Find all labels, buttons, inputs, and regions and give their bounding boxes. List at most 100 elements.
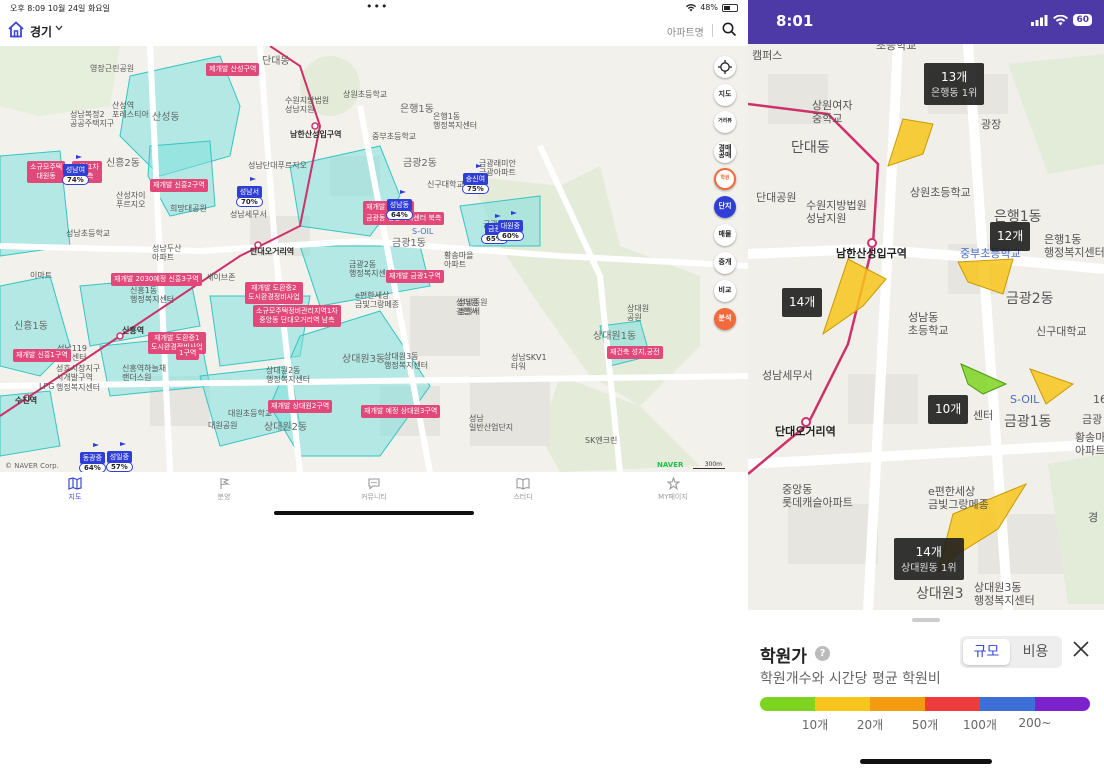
school-flag[interactable]: 성일중 57%: [106, 442, 133, 472]
map-label: 상대원2동 행정복지센터: [266, 366, 311, 385]
home-indicator[interactable]: [274, 511, 474, 515]
flag-icon: [400, 190, 407, 199]
school-flag[interactable]: 숭신여 75%: [462, 164, 489, 194]
academy-count-marker[interactable]: 10개: [928, 395, 969, 425]
listing-button[interactable]: 매물: [714, 224, 736, 246]
map-label: SK엔크린: [585, 436, 618, 445]
map-label: 성남두산 아파트: [152, 244, 182, 263]
complex-button[interactable]: 단지: [714, 196, 736, 218]
tab-label: 스터디: [513, 493, 533, 501]
legend-swatch: [760, 697, 815, 711]
toggle-scale[interactable]: 규모: [963, 639, 1010, 665]
academy-count-marker[interactable]: 14개 상대원동 1위: [894, 538, 964, 581]
school-flag[interactable]: 동광중 64%: [79, 443, 106, 472]
ipad-header: 경기 아파트명: [0, 16, 748, 46]
map-label: 신흥역하늘채 랜더스원: [122, 364, 167, 383]
school-flag[interactable]: 성남서 70%: [236, 177, 263, 207]
redevelopment-tag[interactable]: 재개발 상대원2구역: [268, 400, 333, 413]
map-label: 황송마을 아파트: [444, 251, 474, 270]
map-label: 대원공원: [208, 421, 238, 430]
legend-swatch: [925, 697, 980, 711]
tab-map[interactable]: 지도: [35, 477, 115, 502]
map-label: 신흥1동: [14, 321, 48, 332]
map-label: 금광2동: [403, 158, 437, 169]
locate-button[interactable]: [714, 56, 736, 78]
legend-swatch: [815, 697, 870, 711]
redevelopment-tag[interactable]: 재개발 예정 상대원3구역: [361, 405, 441, 418]
legend-color-bar: [760, 697, 1090, 711]
redevelopment-tag[interactable]: 재개발 도환중2 도시환경정비사업: [245, 282, 303, 304]
map-view-button[interactable]: 지도: [714, 84, 736, 106]
redevelopment-tag[interactable]: 소규모주택 대원동: [27, 161, 66, 183]
legend-swatch: [870, 697, 925, 711]
apartment-search-input[interactable]: 아파트명: [667, 24, 704, 39]
tab-study[interactable]: 스터디: [483, 477, 563, 502]
home-icon[interactable]: [7, 21, 25, 38]
academy-button[interactable]: 학원: [714, 168, 736, 190]
compare-button[interactable]: 비교: [714, 280, 736, 302]
star-icon: [666, 477, 680, 490]
redevelopment-tag[interactable]: 재개발 신흥1구역: [13, 349, 71, 362]
scale-cost-toggle: 규모 비용: [960, 636, 1062, 668]
school-flag[interactable]: 대원중 60%: [497, 211, 524, 241]
ipad-map[interactable]: 단대동 은행1동 금광2동 신흥2동 산성동 신흥1동 상대원3동 상대원1동 상대원2동 금광1…: [0, 46, 748, 472]
analysis-button[interactable]: 분석: [714, 308, 736, 330]
tab-label: MY페이지: [658, 493, 688, 501]
street-view-button[interactable]: 거리뷰: [714, 111, 736, 133]
academy-count-marker[interactable]: 12개: [990, 222, 1031, 252]
home-indicator[interactable]: [860, 759, 992, 764]
close-icon[interactable]: [1072, 640, 1090, 658]
map-label: 이마트: [30, 271, 53, 280]
legend-label: 200~: [1018, 716, 1052, 730]
wifi-icon: [1053, 14, 1069, 25]
sheet-handle[interactable]: [912, 618, 940, 622]
map-label: 상원여자 중학교: [812, 99, 853, 125]
multitask-dots[interactable]: •••: [366, 0, 388, 13]
map-label: 센터: [973, 409, 994, 422]
academy-count-marker[interactable]: 14개: [782, 288, 823, 318]
academy-count-marker[interactable]: 13개 은행동 1위: [924, 63, 985, 106]
toggle-cost[interactable]: 비용: [1012, 639, 1059, 665]
school-flag[interactable]: 성남여 74%: [62, 155, 89, 185]
flag-icon: [120, 442, 127, 451]
redevelopment-tag[interactable]: 제개발 산성구역: [206, 63, 260, 76]
redevelopment-tag[interactable]: 재개발 2030예정 신흥3구역: [111, 273, 202, 286]
sheet-title: 학원가: [760, 647, 807, 667]
map-label: 단대동: [791, 140, 830, 156]
school-flag[interactable]: 성남동 64%: [386, 190, 413, 220]
chevron-down-icon[interactable]: [55, 25, 63, 31]
map-label: 신구대학교: [427, 180, 464, 189]
tab-presale[interactable]: 분양: [184, 477, 264, 502]
map-label: LPG: [39, 382, 55, 391]
map-label: 행정복지센터: [56, 383, 101, 392]
flag-icon: [511, 211, 518, 220]
tab-mypage[interactable]: MY페이지: [633, 477, 713, 502]
region-selector[interactable]: 경기: [30, 23, 52, 40]
help-icon[interactable]: ?: [815, 646, 830, 661]
map-copyright: © NAVER Corp.: [5, 462, 59, 470]
academy-rank: 은행동 1위: [931, 88, 978, 100]
map-label: 상대원 공원: [627, 304, 650, 323]
map-label: 초등학교: [876, 44, 917, 52]
map-label: 성남동 초등학교: [908, 311, 949, 337]
map-label: 세이브존: [206, 273, 236, 282]
map-label: 16: [1093, 393, 1104, 406]
flag-icon: [219, 477, 230, 489]
search-icon[interactable]: [722, 22, 737, 37]
broker-button[interactable]: 중개: [714, 252, 736, 274]
map-label: 신구대학교: [1036, 325, 1087, 338]
redevelopment-tag[interactable]: 소규모주택정비관리지역1차 중앙동 단대오거리역 남측: [253, 305, 341, 327]
flag-icon: [93, 443, 100, 452]
tab-community[interactable]: 커뮤니티: [334, 477, 414, 502]
map-label: 단대동: [262, 56, 290, 67]
academy-count: 14개: [915, 545, 942, 559]
redevelopment-tag[interactable]: 1구역: [176, 347, 200, 360]
redevelopment-tag[interactable]: 재개발 금광1구역: [386, 270, 444, 283]
iphone-map[interactable]: 캠퍼스 초등학교 상원여자 중학교 단대동 광장 단대공원 수원지방법원 성남지원 상원초등학…: [748, 44, 1104, 610]
map-label: 산성동: [152, 112, 180, 123]
auction-button[interactable]: 경매 공매: [714, 141, 736, 163]
redevelopment-tag[interactable]: 재건축 성지,궁전: [607, 346, 663, 359]
academy-count: 14개: [789, 295, 816, 309]
academy-sheet: 학원가 ? 규모 비용 학원개수와 시간당 평균 학원비 10개 20개 50개 10…: [748, 610, 1104, 772]
redevelopment-tag[interactable]: 재개발 신흥2구역: [150, 179, 208, 192]
